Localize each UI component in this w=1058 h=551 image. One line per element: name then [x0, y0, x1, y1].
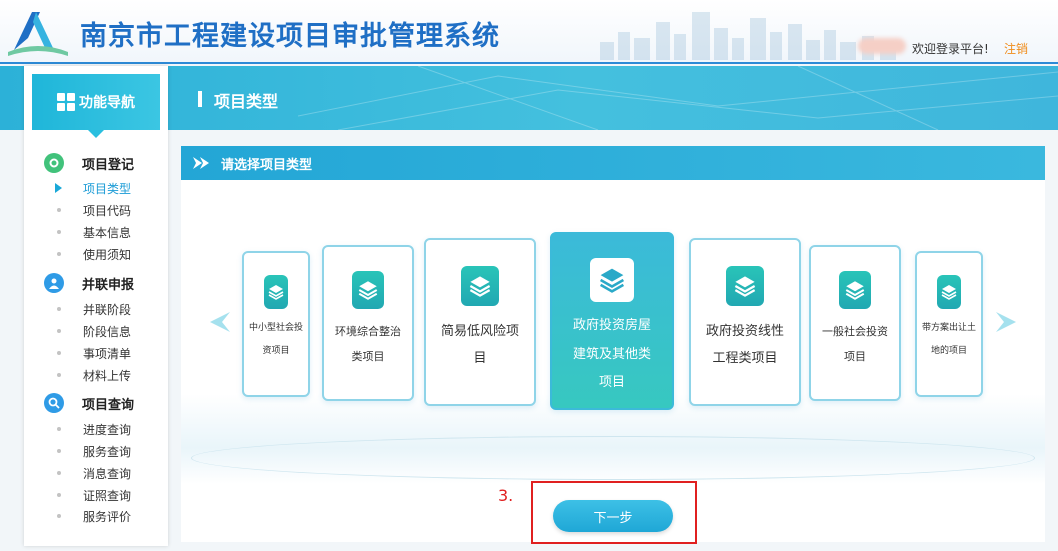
gear-icon: [44, 153, 64, 173]
card-label-line: 目: [473, 351, 487, 367]
system-title: 南京市工程建设项目审批管理系统: [80, 21, 500, 52]
banner-pattern-decoration: [298, 66, 1058, 130]
bullet-dot: [57, 427, 61, 431]
double-chevron-right-icon: [193, 157, 209, 169]
sidebar: 功能导航 项目登记 项目类型 项目代码 基本信息 使用须知 并联申报 并联阶段 …: [24, 66, 168, 546]
project-type-card-land-transfer[interactable]: 带方案出让土 地的项目: [915, 251, 983, 397]
bullet-dot: [57, 514, 61, 518]
carousel-ring-decoration: [191, 436, 1035, 480]
project-type-card-general-social[interactable]: 一般社会投资 项目: [809, 245, 901, 401]
next-step-button[interactable]: 下一步: [553, 500, 673, 532]
card-label-line: 项目: [598, 375, 625, 391]
avatar: [858, 38, 906, 54]
card-label-line: 政府投资线性: [705, 324, 784, 339]
sidebar-section-registration[interactable]: 项目登记: [44, 153, 134, 173]
project-type-card-environment[interactable]: 环境综合整治 类项目: [322, 245, 414, 401]
user-icon: [44, 273, 64, 293]
sidebar-section-label: 项目登记: [82, 157, 135, 173]
sidebar-item-license-query[interactable]: 证照查询: [83, 487, 131, 504]
layers-icon: [590, 258, 634, 302]
layers-icon: [352, 271, 384, 309]
bullet-dot: [57, 351, 61, 355]
sidebar-section-project-query[interactable]: 项目查询: [44, 393, 134, 413]
card-label-line: 中小型社会投: [248, 323, 303, 333]
sidebar-nav-title: 功能导航: [79, 95, 135, 111]
sidebar-item-service-evaluation[interactable]: 服务评价: [83, 508, 131, 525]
sidebar-item-service-query[interactable]: 服务查询: [83, 443, 131, 460]
step-annotation: 3.: [498, 486, 514, 505]
card-label-line: 环境综合整治: [335, 325, 401, 338]
sidebar-nav-header: 功能导航: [32, 74, 160, 138]
panel-header: 请选择项目类型: [181, 146, 1045, 180]
project-type-card-gov-linear[interactable]: 政府投资线性 工程类项目: [689, 238, 801, 406]
chevron-left-icon[interactable]: [208, 312, 232, 332]
bullet-dot: [57, 307, 61, 311]
sidebar-item-material-upload[interactable]: 材料上传: [83, 367, 131, 384]
card-label-line: 简易低风险项: [440, 324, 519, 339]
chevron-right-icon[interactable]: [994, 312, 1018, 332]
layers-icon: [937, 275, 961, 309]
welcome-text: 欢迎登录平台!: [912, 42, 989, 56]
card-label-line: 建筑及其他类: [572, 346, 651, 362]
search-icon: [44, 393, 64, 413]
logout-link[interactable]: 注销: [1004, 40, 1028, 57]
bullet-dot: [57, 329, 61, 333]
active-arrow-icon: [55, 183, 62, 193]
card-label-line: 资项目: [262, 346, 290, 357]
sidebar-item-message-query[interactable]: 消息查询: [83, 465, 131, 482]
card-label-line: 带方案出让土: [921, 323, 976, 333]
layers-icon: [726, 266, 764, 306]
sidebar-item-basic-info[interactable]: 基本信息: [83, 224, 131, 241]
project-type-card-gov-building[interactable]: 政府投资房屋 建筑及其他类 项目: [550, 232, 674, 410]
grid-icon: [57, 93, 75, 111]
layers-icon: [839, 271, 871, 309]
bullet-dot: [57, 493, 61, 497]
sidebar-item-stage-info[interactable]: 阶段信息: [83, 323, 131, 340]
layers-icon: [461, 266, 499, 306]
page-title: 项目类型: [214, 92, 279, 111]
bullet-dot: [57, 449, 61, 453]
city-skyline-decoration: [600, 12, 896, 60]
sidebar-section-label: 并联申报: [82, 277, 135, 293]
card-label-line: 项目: [844, 350, 866, 364]
bullet-dot: [57, 373, 61, 377]
panel-title: 请选择项目类型: [221, 157, 313, 173]
card-label-line: 政府投资房屋: [572, 318, 651, 333]
sidebar-item-matter-list[interactable]: 事项清单: [83, 345, 131, 362]
card-label-line: 一般社会投资: [822, 325, 888, 338]
card-label-line: 类项目: [351, 350, 385, 364]
sidebar-section-label: 项目查询: [82, 397, 135, 413]
bullet-dot: [57, 471, 61, 475]
bullet-dot: [57, 208, 61, 212]
sidebar-item-project-code[interactable]: 项目代码: [83, 202, 131, 219]
bullet-dot: [57, 230, 61, 234]
sidebar-section-joint-application[interactable]: 并联申报: [44, 273, 134, 293]
card-label-line: 地的项目: [930, 346, 967, 357]
card-label-line: 工程类项目: [712, 351, 778, 367]
app-header: 南京市工程建设项目审批管理系统 欢迎登录平台! 注销: [0, 0, 1058, 64]
project-type-card-simple-low-risk[interactable]: 简易低风险项 目: [424, 238, 536, 406]
sidebar-item-usage-notes[interactable]: 使用须知: [83, 246, 131, 263]
logo-icon: [8, 12, 68, 56]
sidebar-item-joint-stage[interactable]: 并联阶段: [83, 301, 131, 318]
sidebar-item-project-type[interactable]: 项目类型: [83, 180, 131, 197]
banner-title-marker: [198, 91, 202, 107]
sidebar-item-progress-query[interactable]: 进度查询: [83, 421, 131, 438]
bullet-dot: [57, 252, 61, 256]
layers-icon: [264, 275, 288, 309]
project-type-card-small-social[interactable]: 中小型社会投 资项目: [242, 251, 310, 397]
